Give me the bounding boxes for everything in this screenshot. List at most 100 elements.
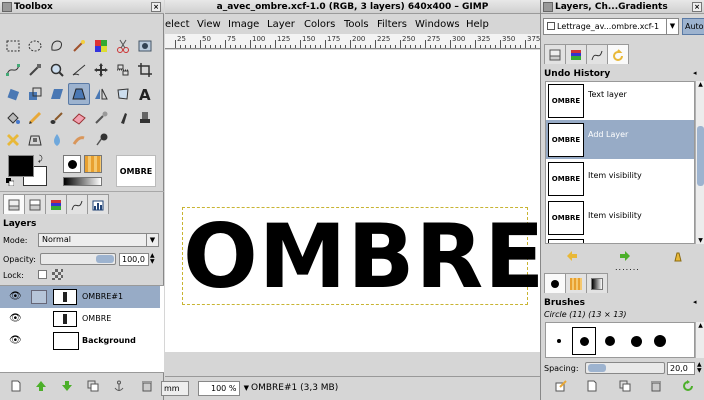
- color-picker-tool-icon[interactable]: [24, 59, 46, 81]
- close-icon[interactable]: ×: [151, 2, 161, 12]
- paths-tool-icon[interactable]: [2, 59, 24, 81]
- eye-icon[interactable]: 👁: [9, 286, 22, 308]
- dock-titlebar[interactable]: Layers, Ch...Gradients ×: [541, 0, 704, 14]
- measure-tool-icon[interactable]: [68, 59, 90, 81]
- scissors-select-tool-icon[interactable]: [112, 35, 134, 57]
- zoom-select[interactable]: 100 % ▼: [198, 381, 249, 396]
- pattern-indicator[interactable]: [84, 155, 102, 173]
- panel-menu-icon[interactable]: ◂: [693, 298, 697, 306]
- scrollbar-thumb[interactable]: [697, 126, 704, 186]
- perspective-clone-tool-icon[interactable]: [24, 129, 46, 151]
- brush-indicator[interactable]: [63, 155, 81, 173]
- ellipse-select-tool-icon[interactable]: [24, 35, 46, 57]
- opacity-spin-icon[interactable]: ▲ ▼: [150, 253, 155, 265]
- brush-item[interactable]: [624, 327, 648, 355]
- foreground-color-swatch[interactable]: [8, 155, 34, 177]
- reset-colors-icon[interactable]: [6, 178, 15, 187]
- active-image-preview[interactable]: OMBRE: [116, 155, 156, 187]
- undo-scrollbar[interactable]: ▲ ▼: [695, 81, 704, 244]
- menu-windows[interactable]: Windows: [415, 18, 460, 32]
- close-icon[interactable]: ×: [692, 2, 702, 12]
- brush-item[interactable]: [598, 327, 622, 355]
- rect-select-tool-icon[interactable]: [2, 35, 24, 57]
- edit-brush-icon[interactable]: [554, 379, 568, 393]
- align-tool-icon[interactable]: [112, 59, 134, 81]
- dodge-burn-tool-icon[interactable]: [90, 129, 112, 151]
- auto-button[interactable]: Auto: [682, 18, 704, 35]
- heal-tool-icon[interactable]: [2, 129, 24, 151]
- menu-layer[interactable]: Layer: [267, 18, 295, 32]
- duplicate-brush-icon[interactable]: [618, 379, 632, 393]
- spacing-value-field[interactable]: 20,0: [667, 362, 695, 375]
- undo-icon[interactable]: [565, 249, 579, 263]
- delete-brush-icon[interactable]: [649, 379, 663, 393]
- panel-menu-icon[interactable]: ◂: [693, 69, 697, 77]
- clear-history-icon[interactable]: [671, 249, 685, 263]
- menu-tools[interactable]: Tools: [344, 18, 369, 32]
- new-brush-icon[interactable]: [585, 379, 599, 393]
- clone-tool-icon[interactable]: [134, 107, 156, 129]
- layer-row[interactable]: 👁 OMBRE: [0, 308, 160, 330]
- tab-undo-history[interactable]: [607, 44, 629, 64]
- canvas-viewport[interactable]: OMBRE: [165, 50, 540, 376]
- eye-icon[interactable]: 👁: [9, 308, 22, 330]
- bucket-fill-tool-icon[interactable]: [2, 107, 24, 129]
- duplicate-layer-icon[interactable]: [86, 379, 100, 393]
- smudge-tool-icon[interactable]: [68, 129, 90, 151]
- brush-item-selected[interactable]: [572, 327, 596, 355]
- pane-grip[interactable]: .......: [615, 264, 640, 272]
- menu-select[interactable]: elect: [165, 18, 190, 32]
- tab-patterns[interactable]: [565, 273, 587, 293]
- brush-item[interactable]: [548, 327, 570, 355]
- flip-tool-icon[interactable]: [90, 83, 112, 105]
- new-layer-icon[interactable]: [9, 379, 23, 393]
- free-select-tool-icon[interactable]: [46, 35, 68, 57]
- menu-colors[interactable]: Colors: [304, 18, 335, 32]
- layer-row[interactable]: 👁 OMBRE#1: [0, 286, 160, 308]
- zoom-tool-icon[interactable]: [46, 59, 68, 81]
- toolbox-titlebar[interactable]: Toolbox ×: [0, 0, 164, 14]
- redo-icon[interactable]: [618, 249, 632, 263]
- tab-layers[interactable]: [544, 44, 566, 64]
- undo-item[interactable]: OMBRE Text layer: [546, 82, 694, 120]
- tab-gradients[interactable]: [586, 273, 608, 293]
- shear-tool-icon[interactable]: [46, 83, 68, 105]
- opacity-slider[interactable]: [40, 253, 116, 265]
- brush-item[interactable]: [648, 327, 672, 355]
- horizontal-ruler[interactable]: 25 50 75 100 125 150 175 200 225 250 275 300 325 350 3…: [165, 34, 540, 49]
- scale-tool-icon[interactable]: [24, 83, 46, 105]
- tab-undo[interactable]: [66, 194, 88, 214]
- refresh-brushes-icon[interactable]: [681, 379, 695, 393]
- image-selector[interactable]: Lettrage_av...ombre.xcf-1 ▼: [543, 18, 679, 35]
- cage-tool-icon[interactable]: [112, 83, 134, 105]
- undo-item[interactable]: OMBRE Item visibility: [546, 198, 694, 237]
- move-tool-icon[interactable]: [90, 59, 112, 81]
- foreground-select-tool-icon[interactable]: [134, 35, 156, 57]
- image-window-titlebar[interactable]: a_avec_ombre.xcf-1.0 (RGB, 3 layers) 640…: [165, 0, 540, 14]
- scroll-up-icon[interactable]: ▲: [696, 322, 704, 329]
- color-select-tool-icon[interactable]: [90, 35, 112, 57]
- brush-scrollbar[interactable]: ▲: [695, 322, 704, 358]
- blur-tool-icon[interactable]: [46, 129, 68, 151]
- scroll-up-icon[interactable]: ▲: [696, 81, 704, 88]
- menu-help[interactable]: Help: [466, 18, 489, 32]
- layer-row[interactable]: 👁 Background: [0, 330, 160, 352]
- lock-alpha-icon[interactable]: [52, 269, 63, 280]
- tab-paths[interactable]: [45, 194, 67, 214]
- perspective-tool-icon[interactable]: [68, 83, 90, 105]
- menu-view[interactable]: View: [197, 18, 221, 32]
- scroll-down-icon[interactable]: ▼: [696, 237, 704, 244]
- tab-channels[interactable]: [24, 194, 46, 214]
- tab-histogram[interactable]: [87, 194, 109, 214]
- tab-paths[interactable]: [586, 44, 608, 64]
- spacing-slider[interactable]: [585, 362, 665, 374]
- airbrush-tool-icon[interactable]: [90, 107, 112, 129]
- undo-item[interactable]: OMBRE Add Layer: [546, 120, 694, 159]
- anchor-layer-icon[interactable]: [112, 379, 126, 393]
- lock-pixels-checkbox[interactable]: [38, 270, 47, 279]
- eraser-tool-icon[interactable]: [68, 107, 90, 129]
- menu-image[interactable]: Image: [228, 18, 259, 32]
- opacity-value-field[interactable]: 100,0: [119, 253, 149, 266]
- gradient-indicator[interactable]: [63, 177, 102, 186]
- text-tool-icon[interactable]: A: [134, 83, 156, 105]
